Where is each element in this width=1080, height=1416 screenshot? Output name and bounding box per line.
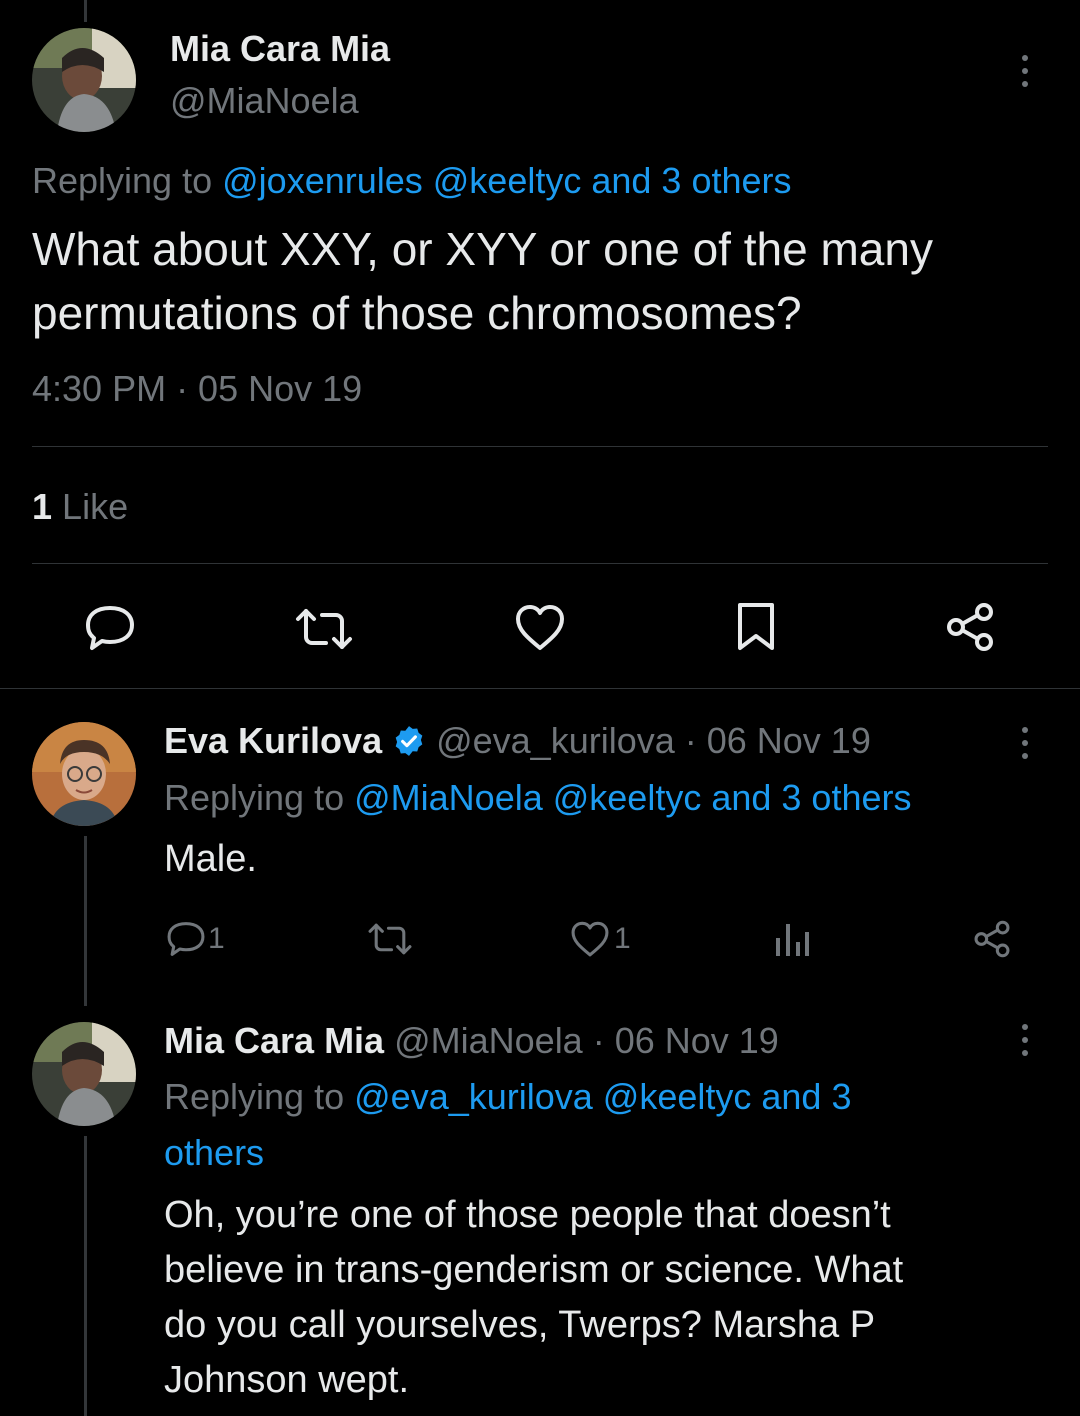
reply-header: Mia Cara Mia @MiaNoela · 06 Nov 19 (164, 1020, 779, 1062)
more-options-icon[interactable] (1020, 1024, 1030, 1056)
reply-text-line-3: do you call yourselves, Twerps? Marsha P (164, 1304, 876, 1346)
replying-to: Replying to @joxenrules @keeltyc and 3 o… (32, 160, 792, 202)
more-options-icon[interactable] (1020, 55, 1030, 87)
likes-label: Like (62, 486, 129, 527)
reply-text-line-2: believe in trans-genderism or science. W… (164, 1249, 904, 1291)
replying-prefix: Replying to (164, 1076, 345, 1117)
replying-prefix: Replying to (32, 160, 213, 201)
retweet-icon[interactable] (367, 922, 413, 961)
tweet-timestamp[interactable]: 4:30 PM · 05 Nov 19 (32, 368, 362, 410)
thread-line (84, 1136, 87, 1416)
tweet-text-line-1: What about XXY, or XYY or one of the man… (32, 223, 933, 275)
likes-count: 1 (32, 486, 53, 527)
replying-to-users[interactable]: @joxenrules @keeltyc and 3 others (222, 160, 791, 201)
retweet-icon[interactable] (294, 607, 354, 656)
thread-line (84, 836, 87, 1006)
reply-count: 1 (208, 922, 225, 955)
tweet-text-line-2: permutations of those chromosomes? (32, 287, 802, 339)
more-options-icon[interactable] (1020, 727, 1030, 759)
replying-to: Replying to @eva_kurilova @keeltyc and 3 (164, 1076, 851, 1118)
bookmark-icon[interactable] (735, 602, 777, 657)
avatar-eva[interactable] (32, 722, 136, 826)
replying-prefix: Replying to (164, 777, 345, 818)
share-icon[interactable] (972, 920, 1012, 963)
thread-line-top (84, 0, 87, 22)
replying-to-users[interactable]: @eva_kurilova @keeltyc and 3 (354, 1076, 851, 1117)
reply-text: Male. (164, 838, 257, 880)
reply-text-line-1: Oh, you’re one of those people that does… (164, 1194, 891, 1236)
author-handle[interactable]: @MiaNoela (170, 80, 359, 122)
views-icon[interactable] (774, 920, 810, 963)
replying-to-users-cont[interactable]: others (164, 1132, 264, 1174)
verified-badge-icon (392, 724, 426, 758)
author-name[interactable]: Mia Cara Mia (164, 1020, 384, 1061)
replying-to-users[interactable]: @MiaNoela @keeltyc and 3 others (354, 777, 911, 818)
replying-to: Replying to @MiaNoela @keeltyc and 3 oth… (164, 777, 911, 819)
like-icon[interactable] (514, 604, 566, 657)
share-icon[interactable] (944, 602, 996, 657)
divider (32, 563, 1048, 564)
section-divider (0, 688, 1080, 689)
likes-summary[interactable]: 1 Like (32, 486, 128, 528)
author-name[interactable]: Mia Cara Mia (170, 28, 390, 70)
author-handle[interactable]: @MiaNoela · 06 Nov 19 (394, 1020, 779, 1061)
like-icon[interactable] (570, 921, 610, 963)
author-handle[interactable]: @eva_kurilova · 06 Nov 19 (436, 720, 871, 762)
author-name[interactable]: Eva Kurilova (164, 720, 382, 762)
reply-header: Eva Kurilova @eva_kurilova · 06 Nov 19 (164, 720, 871, 762)
divider (32, 446, 1048, 447)
reply-icon[interactable] (166, 920, 206, 963)
reply-text-line-4: Johnson wept. (164, 1359, 410, 1401)
like-count: 1 (614, 922, 631, 955)
reply-icon[interactable] (84, 604, 136, 657)
avatar-mia[interactable] (32, 1022, 136, 1126)
avatar-mia[interactable] (32, 28, 136, 132)
